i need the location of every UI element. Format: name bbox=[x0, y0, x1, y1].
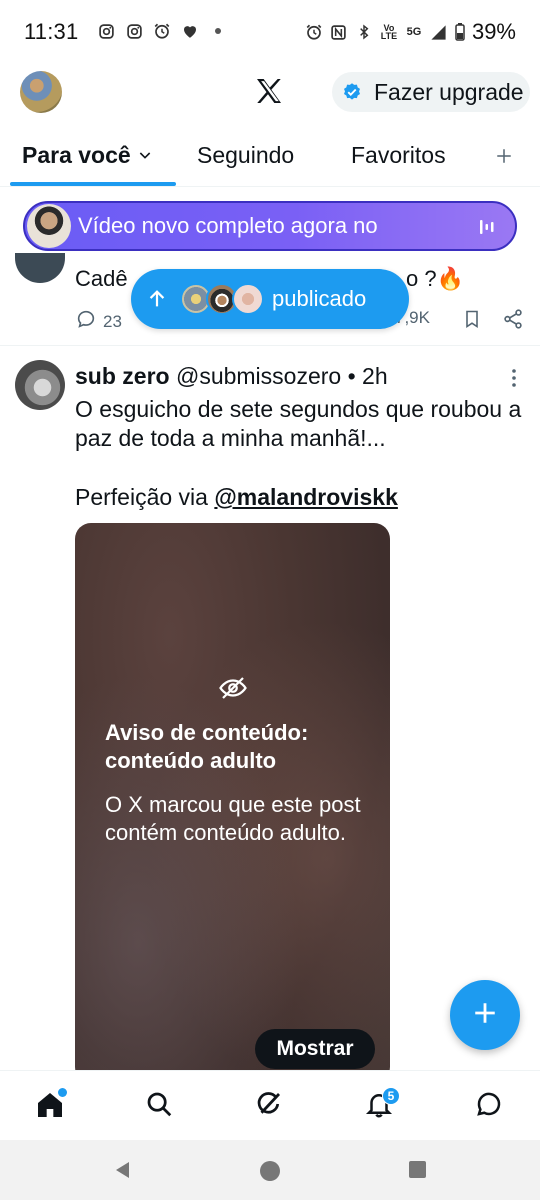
nav-search[interactable] bbox=[144, 1089, 176, 1121]
tweet-text-prefix: Perfeição via bbox=[75, 484, 208, 510]
tweet-author-handle[interactable]: @submissozero bbox=[176, 363, 341, 389]
bottom-navigation: 5 bbox=[0, 1070, 540, 1140]
status-bar: 11:31 Vo LTE 5G 39% bbox=[0, 0, 540, 62]
chevron-down-icon bbox=[137, 142, 153, 169]
upgrade-button[interactable]: Fazer upgrade bbox=[332, 72, 530, 112]
mention-link[interactable]: @malandroviskk bbox=[214, 484, 398, 510]
tweet-text-line: Perfeição via @malandroviskk bbox=[75, 484, 398, 511]
alarm-icon bbox=[153, 22, 171, 40]
new-posts-pill[interactable]: publicado bbox=[131, 269, 409, 329]
profile-avatar[interactable] bbox=[20, 71, 62, 113]
media-content-warning[interactable]: Aviso de conteúdo: conteúdo adulto O X m… bbox=[75, 523, 390, 1083]
bookmark-button[interactable] bbox=[462, 308, 482, 330]
show-media-button[interactable]: Mostrar bbox=[255, 1029, 375, 1069]
bell-icon bbox=[364, 1094, 394, 1123]
status-time: 11:31 bbox=[24, 19, 79, 44]
timeline-tabs: Para você Seguindo Favoritos bbox=[0, 132, 540, 187]
volte-icon: Vo LTE bbox=[380, 23, 398, 41]
prev-tweet-text-end: o ?🔥 bbox=[406, 266, 464, 291]
signal-icon bbox=[430, 23, 448, 41]
compose-post-button[interactable] bbox=[450, 980, 520, 1050]
messages-icon bbox=[474, 1092, 504, 1123]
pill-avatar bbox=[232, 283, 264, 315]
audio-wave-icon bbox=[479, 218, 495, 236]
nfc-icon bbox=[330, 23, 348, 41]
search-icon bbox=[144, 1092, 174, 1123]
arrow-up-icon bbox=[146, 288, 168, 310]
grok-icon bbox=[254, 1092, 284, 1123]
reply-count: 23 bbox=[103, 311, 122, 331]
tab-for-you-label: Para você bbox=[22, 142, 131, 168]
content-warning-title: Aviso de conteúdo: conteúdo adulto bbox=[105, 720, 309, 773]
instagram-icon bbox=[125, 22, 143, 40]
nav-messages[interactable] bbox=[474, 1089, 506, 1121]
prev-tweet-avatar[interactable] bbox=[15, 253, 65, 283]
recents-icon[interactable] bbox=[408, 1160, 427, 1184]
tab-following[interactable]: Seguindo bbox=[197, 142, 294, 169]
tab-favorites[interactable]: Favoritos bbox=[351, 142, 446, 169]
prev-tweet-text: Cadê bbox=[75, 266, 128, 291]
verified-badge-icon bbox=[342, 82, 362, 102]
back-icon[interactable] bbox=[113, 1160, 133, 1185]
new-posts-label: publicado bbox=[272, 286, 367, 311]
reply-icon bbox=[75, 308, 97, 335]
instagram-icon bbox=[97, 22, 115, 40]
tab-for-you[interactable]: Para você bbox=[22, 142, 153, 169]
plus-icon bbox=[472, 1000, 498, 1031]
share-button[interactable] bbox=[502, 308, 524, 330]
status-system-icons: Vo LTE 5G 39% bbox=[305, 19, 516, 45]
upgrade-label: Fazer upgrade bbox=[374, 78, 524, 105]
tweet-divider bbox=[0, 345, 540, 346]
tweet-author-avatar[interactable] bbox=[15, 360, 65, 410]
nav-grok[interactable] bbox=[254, 1089, 286, 1121]
more-options-icon[interactable] bbox=[510, 368, 518, 388]
live-spaces-banner[interactable]: Vídeo novo completo agora no bbox=[23, 201, 517, 251]
top-header: Fazer upgrade bbox=[0, 62, 540, 124]
status-notification-icons bbox=[97, 22, 227, 40]
bluetooth-icon bbox=[355, 23, 373, 41]
add-tab-icon[interactable] bbox=[495, 144, 513, 168]
battery-percent: 39% bbox=[471, 19, 516, 44]
tweet-text: O esguicho de sete segundos que roubou a… bbox=[75, 396, 522, 451]
network-type-icon: 5G bbox=[406, 26, 422, 38]
battery-icon bbox=[455, 23, 465, 41]
content-warning-description: O X marcou que este post contém conteúdo… bbox=[105, 792, 361, 845]
system-navigation-bar bbox=[0, 1140, 540, 1200]
home-unread-dot bbox=[58, 1088, 67, 1097]
alarm-icon bbox=[305, 23, 323, 41]
notifications-badge: 5 bbox=[382, 1087, 400, 1105]
reply-button[interactable]: 23 bbox=[75, 308, 122, 335]
pill-avatars bbox=[180, 283, 264, 315]
active-tab-indicator bbox=[10, 182, 176, 186]
tweet-header: sub zero @submissozero • 2h bbox=[75, 363, 388, 390]
tweet-author-name[interactable]: sub zero bbox=[75, 363, 170, 389]
tweet-timestamp: 2h bbox=[362, 363, 388, 389]
more-notifications-dot-icon bbox=[209, 22, 227, 40]
x-logo-icon[interactable] bbox=[253, 75, 285, 107]
spaces-banner-text: Vídeo novo completo agora no bbox=[78, 213, 378, 238]
home-icon bbox=[34, 1093, 66, 1125]
host-avatar bbox=[27, 204, 71, 248]
home-button-icon[interactable] bbox=[259, 1160, 281, 1187]
tweet-separator: • bbox=[347, 363, 356, 389]
eye-off-icon bbox=[218, 673, 248, 703]
heart-icon bbox=[181, 22, 199, 40]
